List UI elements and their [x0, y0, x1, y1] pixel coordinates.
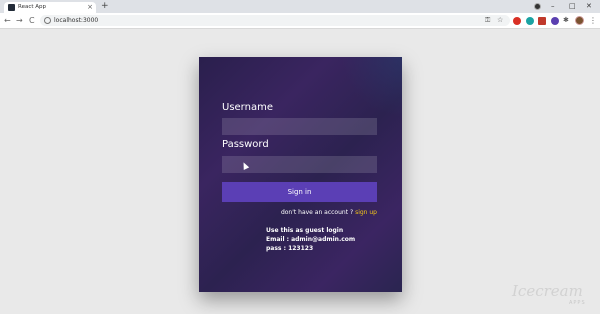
- watermark-sub: APPS: [569, 300, 586, 306]
- user-avatar[interactable]: [575, 16, 584, 25]
- address-bar[interactable]: localhost:3000 ⚿ ☆: [40, 15, 510, 26]
- password-label: Password: [222, 139, 269, 150]
- extensions-puzzle-icon[interactable]: ✱: [563, 15, 569, 26]
- extension-icon-red[interactable]: [513, 17, 521, 25]
- username-label: Username: [222, 102, 273, 113]
- signup-prompt-text: don't have an account ?: [280, 209, 356, 216]
- browser-menu-icon[interactable]: ⋮: [589, 15, 597, 26]
- browser-tab[interactable]: React App ×: [4, 2, 96, 13]
- tab-strip: React App × + – □ ✕: [0, 0, 600, 13]
- reload-button[interactable]: C: [29, 15, 35, 26]
- guest-login-info: Use this as guest login Email : admin@ad…: [266, 226, 355, 253]
- sign-up-link[interactable]: sign up: [355, 209, 377, 216]
- key-icon[interactable]: ⚿: [485, 15, 490, 26]
- tab-title: React App: [18, 4, 47, 10]
- browser-toolbar: ← → C localhost:3000 ⚿ ☆: [0, 13, 600, 29]
- minimize-button[interactable]: –: [551, 1, 555, 12]
- username-input[interactable]: [222, 118, 377, 135]
- extension-icon-teal[interactable]: [526, 17, 534, 25]
- back-button[interactable]: ←: [4, 15, 11, 26]
- watermark-logo: Icecream: [512, 282, 583, 300]
- guest-pass: pass : 123123: [266, 245, 314, 252]
- extension-icon-square[interactable]: [538, 17, 546, 25]
- site-info-icon[interactable]: [44, 17, 51, 24]
- maximize-button[interactable]: □: [569, 1, 576, 12]
- sign-in-button[interactable]: Sign in: [222, 182, 377, 202]
- bookmark-star-icon[interactable]: ☆: [497, 15, 503, 26]
- url-text[interactable]: localhost:3000: [54, 15, 98, 26]
- guest-title: Use this as guest login: [266, 227, 344, 234]
- tab-close-icon[interactable]: ×: [87, 2, 93, 12]
- react-favicon-icon: [8, 4, 15, 11]
- profile-indicator-icon[interactable]: [534, 3, 541, 10]
- close-window-button[interactable]: ✕: [586, 1, 592, 12]
- guest-email: Email : admin@admin.com: [266, 236, 356, 243]
- extension-icon-purple[interactable]: [551, 17, 559, 25]
- forward-button[interactable]: →: [16, 15, 23, 26]
- signup-prompt: don't have an account ? sign up: [222, 209, 377, 216]
- login-card: Username Password Sign in don't have an …: [199, 57, 402, 292]
- new-tab-button[interactable]: +: [101, 1, 109, 12]
